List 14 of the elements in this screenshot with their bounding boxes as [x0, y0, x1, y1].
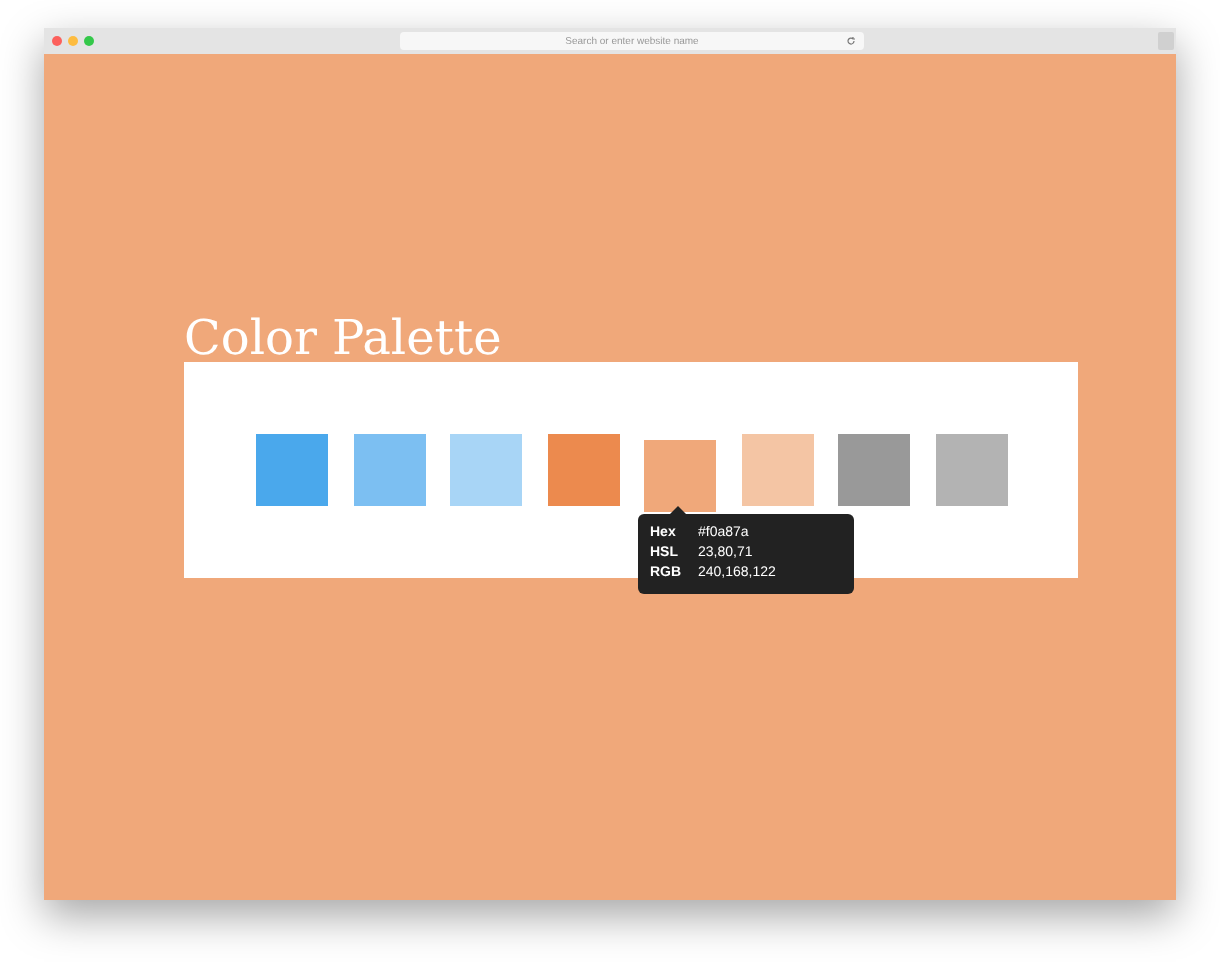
color-swatch[interactable]	[644, 440, 716, 512]
color-swatch[interactable]	[935, 434, 1007, 506]
zoom-icon[interactable]	[84, 36, 94, 46]
color-swatch[interactable]	[547, 434, 619, 506]
new-tab-button[interactable]	[1158, 32, 1174, 50]
page-title: Color Palette	[184, 314, 504, 362]
minimize-icon[interactable]	[68, 36, 78, 46]
reload-icon[interactable]	[846, 36, 856, 46]
color-swatch[interactable]	[741, 434, 813, 506]
color-swatch[interactable]	[450, 434, 522, 506]
color-swatch[interactable]	[838, 434, 910, 506]
color-swatch[interactable]	[256, 434, 328, 506]
close-icon[interactable]	[52, 36, 62, 46]
color-swatch[interactable]	[353, 434, 425, 506]
